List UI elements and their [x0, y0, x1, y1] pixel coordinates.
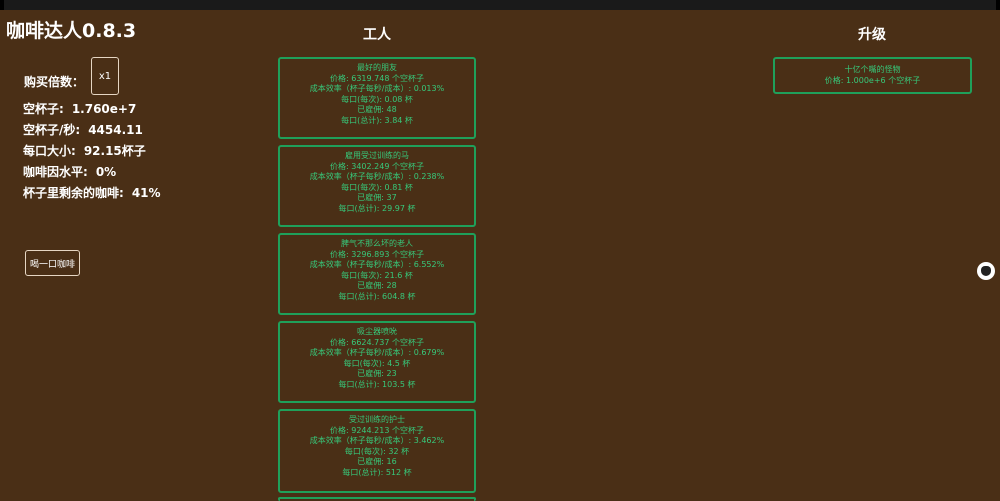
- upgrades-heading: 升级: [858, 27, 886, 43]
- worker-card-trained-horse[interactable]: 雇用受过训练的马 价格: 3402.249 个空杯子 成本效率（杯子每秒/成本）…: [278, 145, 476, 227]
- worker-efficiency: 成本效率（杯子每秒/成本）: 0.679%: [309, 348, 445, 357]
- worker-total: 每口(总计): 604.8 杯: [338, 291, 416, 301]
- app-title: 咖啡达人0.8.3: [6, 20, 137, 42]
- worker-card-partial[interactable]: [278, 497, 476, 501]
- worker-per-sip: 每口(每次): 4.5 杯: [343, 358, 411, 368]
- worker-card-vacuum[interactable]: 吸尘器喷吮 价格: 6624.737 个空杯子 成本效率（杯子每秒/成本）: 0…: [278, 321, 476, 403]
- stat-caffeine-level: 咖啡因水平: 0%: [23, 162, 161, 183]
- worker-price: 价格: 6319.748 个空杯子: [330, 73, 424, 83]
- upgrade-card-monster[interactable]: 十亿个嘴的怪物 价格: 1.000e+6 个空杯子: [773, 57, 972, 94]
- worker-per-sip: 每口(每次): 0.81 杯: [341, 182, 413, 192]
- worker-hired: 已雇佣: 37: [357, 193, 397, 202]
- stat-value: 41%: [131, 186, 161, 200]
- buy-multiplier-button[interactable]: x1: [91, 57, 119, 95]
- worker-price: 价格: 9244.213 个空杯子: [330, 425, 424, 435]
- drink-coffee-button[interactable]: 喝一口咖啡: [25, 250, 80, 276]
- worker-name: 吸尘器喷吮: [357, 327, 397, 336]
- stat-label: 每口大小:: [23, 144, 76, 158]
- stat-empty-cups: 空杯子: 1.760e+7: [23, 99, 161, 120]
- buy-multiplier-label: 购买倍数：: [24, 75, 85, 89]
- worker-card-best-friend[interactable]: 最好的朋友 价格: 6319.748 个空杯子 成本效率（杯子每秒/成本）: 0…: [278, 57, 476, 139]
- github-icon[interactable]: [977, 262, 995, 280]
- workers-heading: 工人: [363, 27, 391, 43]
- worker-efficiency: 成本效率（杯子每秒/成本）: 0.238%: [309, 172, 445, 181]
- worker-price: 价格: 6624.737 个空杯子: [330, 337, 424, 347]
- worker-name: 脾气不那么坏的老人: [341, 239, 413, 248]
- stat-sip-size: 每口大小: 92.15杯子: [23, 141, 161, 162]
- top-bar-edge: [4, 0, 996, 10]
- worker-price: 价格: 3296.893 个空杯子: [330, 249, 424, 259]
- stat-value: 0%: [95, 165, 117, 179]
- stat-value: 4454.11: [88, 123, 143, 137]
- worker-card-trained-nurse[interactable]: 受过训练的护士 价格: 9244.213 个空杯子 成本效率（杯子每秒/成本）:…: [278, 409, 476, 493]
- stat-value: 1.760e+7: [71, 102, 137, 116]
- stat-cups-per-second: 空杯子/秒: 4454.11: [23, 120, 161, 141]
- worker-per-sip: 每口(每次): 0.08 杯: [341, 94, 413, 104]
- worker-hired: 已雇佣: 48: [357, 105, 397, 114]
- worker-price: 价格: 3402.249 个空杯子: [330, 161, 424, 171]
- worker-name: 受过训练的护士: [349, 415, 405, 424]
- stat-coffee-remaining: 杯子里剩余的咖啡: 41%: [23, 183, 161, 204]
- stat-label: 杯子里剩余的咖啡:: [23, 186, 124, 200]
- stat-label: 空杯子:: [23, 102, 64, 116]
- worker-hired: 已雇佣: 16: [357, 457, 397, 466]
- stat-label: 空杯子/秒:: [23, 123, 81, 137]
- worker-per-sip: 每口(每次): 21.6 杯: [341, 270, 413, 280]
- worker-efficiency: 成本效率（杯子每秒/成本）: 6.552%: [309, 260, 445, 269]
- worker-card-old-man[interactable]: 脾气不那么坏的老人 价格: 3296.893 个空杯子 成本效率（杯子每秒/成本…: [278, 233, 476, 315]
- worker-name: 雇用受过训练的马: [345, 151, 409, 160]
- worker-total: 每口(总计): 103.5 杯: [338, 379, 416, 389]
- worker-total: 每口(总计): 3.84 杯: [341, 115, 413, 125]
- stats-panel: 空杯子: 1.760e+7 空杯子/秒: 4454.11 每口大小: 92.15杯子 …: [23, 99, 161, 204]
- worker-hired: 已雇佣: 28: [357, 281, 397, 290]
- github-icon-face: [981, 266, 991, 276]
- worker-total: 每口(总计): 512 杯: [342, 467, 412, 477]
- top-bar: [0, 0, 1000, 10]
- stat-value: 92.15杯子: [83, 144, 146, 158]
- worker-per-sip: 每口(每次): 32 杯: [344, 446, 410, 456]
- worker-name: 最好的朋友: [357, 63, 397, 72]
- stat-label: 咖啡因水平:: [23, 165, 88, 179]
- upgrade-name: 十亿个嘴的怪物: [844, 65, 901, 74]
- worker-efficiency: 成本效率（杯子每秒/成本）: 3.462%: [309, 436, 445, 445]
- worker-total: 每口(总计): 29.97 杯: [338, 203, 416, 213]
- worker-efficiency: 成本效率（杯子每秒/成本）: 0.013%: [309, 84, 445, 93]
- upgrade-price: 价格: 1.000e+6 个空杯子: [824, 76, 921, 85]
- worker-hired: 已雇佣: 23: [357, 369, 397, 378]
